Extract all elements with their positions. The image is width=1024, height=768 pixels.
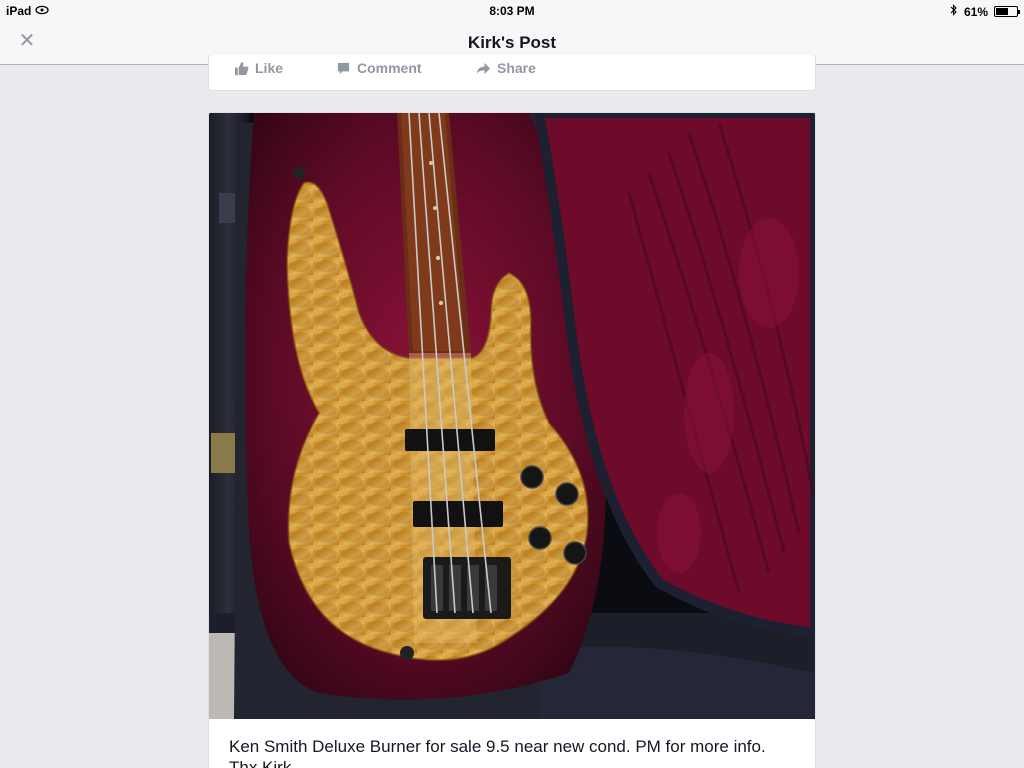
like-label: Like: [255, 60, 284, 76]
battery-percent: 61%: [963, 4, 988, 19]
photo-post-card: Ken Smith Deluxe Burner for sale 9.5 nea…: [208, 112, 816, 768]
share-button[interactable]: Share: [476, 60, 536, 76]
thumbs-up-icon: [234, 61, 249, 75]
page-title: Kirk's Post: [467, 33, 557, 52]
post-caption: Ken Smith Deluxe Burner for sale 9.5 nea…: [229, 737, 766, 768]
clock: 8:03 PM: [489, 4, 535, 18]
battery-icon: [994, 6, 1020, 17]
bluetooth-icon: [950, 4, 958, 19]
comment-button[interactable]: Comment: [336, 60, 422, 76]
battery-fill: [996, 8, 1009, 15]
post-photo[interactable]: [209, 113, 815, 719]
like-button[interactable]: Like: [234, 60, 283, 76]
bass-guitar-in-case-image: [209, 113, 815, 719]
comment-label: Comment: [357, 60, 422, 76]
status-bar: iPad 8:03 PM 61%: [0, 0, 1024, 22]
share-icon: [476, 62, 491, 74]
share-label: Share: [497, 60, 536, 76]
comment-icon: [337, 62, 350, 74]
post-actions-card: Like Comment Share: [208, 55, 816, 91]
